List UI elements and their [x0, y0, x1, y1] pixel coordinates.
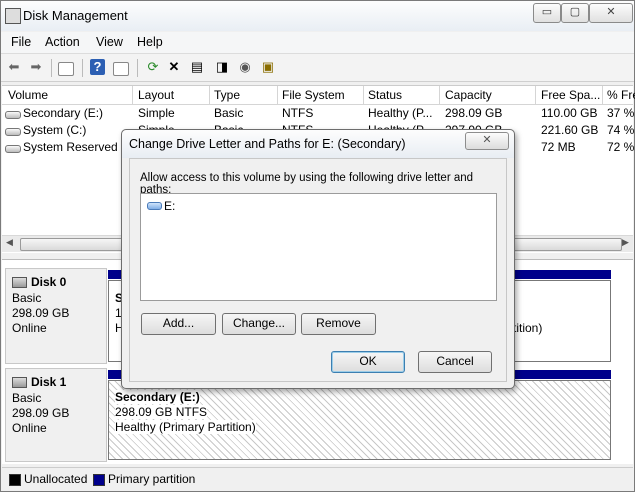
delete-icon[interactable]: ✕: [165, 58, 183, 76]
column-header-file-system[interactable]: File System: [282, 88, 345, 102]
search-disk-icon[interactable]: ◉: [236, 58, 254, 76]
volume-percent-free: 74 %: [607, 123, 635, 137]
refresh-icon[interactable]: ⟳: [144, 58, 162, 76]
drive-icon: [5, 128, 21, 136]
column-divider[interactable]: [363, 86, 364, 104]
disk-1-label[interactable]: Disk 1 Basic 298.09 GB Online: [5, 368, 107, 462]
column-divider[interactable]: [439, 86, 440, 104]
drive-paths-listbox[interactable]: E:: [140, 193, 497, 301]
drive-path-item[interactable]: E:: [145, 198, 385, 214]
primary-partition-swatch: [93, 474, 105, 486]
volume-type: Basic: [214, 106, 244, 120]
maximize-button[interactable]: ▢: [561, 3, 589, 23]
volume-row[interactable]: Secondary (E:) Simple Basic NTFS Healthy…: [2, 105, 635, 122]
disk-icon: [12, 277, 27, 288]
column-divider[interactable]: [602, 86, 603, 104]
menu-help[interactable]: Help: [137, 35, 163, 49]
drive-icon: [147, 202, 162, 210]
selected-partition-block[interactable]: Secondary (E:) 298.09 GB NTFS Healthy (P…: [108, 380, 611, 460]
partition-status: Healthy (Primary Partition): [115, 420, 256, 434]
volume-name: System (C:): [23, 123, 87, 137]
disk-size: 298.09 GB: [12, 406, 70, 420]
scroll-left-arrow-icon[interactable]: ◀: [6, 237, 13, 248]
volume-layout: Simple: [138, 106, 175, 120]
legend-unallocated: Unallocated: [24, 472, 88, 486]
dialog-title: Change Drive Letter and Paths for E: (Se…: [129, 137, 406, 151]
disk-icon: [12, 377, 27, 388]
add-button[interactable]: Add...: [141, 313, 216, 335]
disk-title: Disk 1: [31, 375, 67, 389]
column-divider[interactable]: [535, 86, 536, 104]
ok-button[interactable]: OK: [331, 351, 405, 373]
disk-type: Basic: [12, 391, 42, 405]
menu-view[interactable]: View: [96, 35, 123, 49]
disk-management-app-icon: [5, 8, 21, 24]
dialog-close-button[interactable]: ✕: [465, 132, 509, 150]
scroll-right-arrow-icon[interactable]: ▶: [622, 237, 629, 248]
remove-button[interactable]: Remove: [301, 313, 376, 335]
volume-capacity: 298.09 GB: [445, 106, 503, 120]
volume-free-space: 72 MB: [541, 140, 576, 154]
volume-free-space: 110.00 GB: [541, 106, 598, 120]
properties-icon[interactable]: ▤: [188, 58, 206, 76]
column-divider[interactable]: [209, 86, 210, 104]
column-header-percent-free[interactable]: % Fre: [607, 88, 635, 102]
disk-size: 298.09 GB: [12, 306, 70, 320]
partition-name: Secondary (E:): [115, 390, 200, 404]
disk-state: Online: [12, 321, 47, 335]
toolbar-separator: [82, 59, 83, 77]
volume-file-system: NTFS: [282, 106, 314, 120]
column-divider[interactable]: [132, 86, 133, 104]
column-header-free-space[interactable]: Free Spa...: [541, 88, 600, 102]
menu-file[interactable]: File: [11, 35, 31, 49]
dialog-title-bar[interactable]: Change Drive Letter and Paths for E: (Se…: [122, 130, 514, 158]
column-header-capacity[interactable]: Capacity: [445, 88, 492, 102]
volume-status: Healthy (P...: [368, 106, 433, 120]
disk-0-label[interactable]: Disk 0 Basic 298.09 GB Online: [5, 268, 107, 364]
legend-primary-partition: Primary partition: [108, 472, 196, 486]
dialog-body: Allow access to this volume by using the…: [129, 158, 507, 382]
column-header-type[interactable]: Type: [214, 88, 240, 102]
forward-arrow-icon[interactable]: ➡: [27, 58, 45, 76]
settings-icon[interactable]: ▣: [259, 58, 277, 76]
volume-name: Secondary (E:): [23, 106, 104, 120]
drive-icon: [5, 145, 21, 153]
menu-bar: File Action View Help: [1, 32, 634, 54]
rescan-icon[interactable]: ◨: [213, 58, 231, 76]
volume-list-header: Volume Layout Type File System Status Ca…: [2, 86, 635, 105]
title-bar[interactable]: Disk Management ▭ ▢ ✕: [1, 1, 634, 31]
volume-percent-free: 37 %: [607, 106, 635, 120]
close-button[interactable]: ✕: [589, 3, 633, 23]
column-header-layout[interactable]: Layout: [138, 88, 174, 102]
column-header-volume[interactable]: Volume: [8, 88, 48, 102]
minimize-button[interactable]: ▭: [533, 3, 561, 23]
disk-title: Disk 0: [31, 275, 67, 289]
column-divider[interactable]: [277, 86, 278, 104]
legend: Unallocated Primary partition: [2, 467, 633, 490]
drive-icon: [5, 111, 21, 119]
back-arrow-icon[interactable]: ⬅: [5, 58, 23, 76]
change-button[interactable]: Change...: [222, 313, 296, 335]
toolbar-separator: [137, 59, 138, 77]
column-header-status[interactable]: Status: [368, 88, 402, 102]
change-drive-letter-dialog: Change Drive Letter and Paths for E: (Se…: [121, 129, 515, 389]
console-tree-icon[interactable]: [58, 62, 74, 76]
volume-free-space: 221.60 GB: [541, 123, 599, 137]
window-title: Disk Management: [23, 8, 128, 23]
toolbar: ⬅ ➡ ? ⟳ ✕ ▤ ◨ ◉ ▣: [1, 54, 634, 82]
disk-type: Basic: [12, 291, 42, 305]
cancel-button[interactable]: Cancel: [418, 351, 492, 373]
menu-action[interactable]: Action: [45, 35, 80, 49]
volume-percent-free: 72 %: [607, 140, 635, 154]
partition-size: 298.09 GB NTFS: [115, 405, 208, 419]
unallocated-swatch: [9, 474, 21, 486]
disk-state: Online: [12, 421, 47, 435]
volume-name: System Reserved: [23, 140, 118, 154]
help-icon[interactable]: ?: [90, 59, 105, 75]
toolbar-separator: [51, 59, 52, 77]
details-view-icon[interactable]: [113, 62, 129, 76]
drive-path-label: E:: [164, 199, 176, 213]
